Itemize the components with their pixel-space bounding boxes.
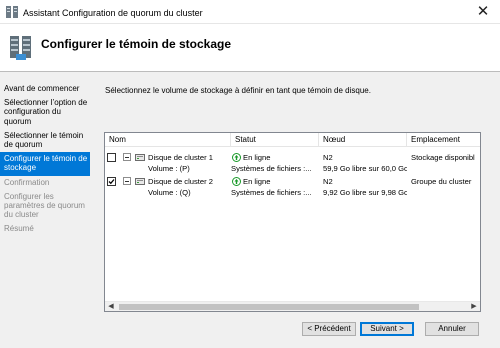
disk-node: N2 (323, 153, 333, 162)
collapse-toggle[interactable] (123, 153, 131, 161)
horizontal-scrollbar[interactable]: ◀ ▶ (105, 301, 480, 311)
table-row[interactable]: Volume : (P) Systèmes de fichiers :... 5… (105, 164, 480, 173)
wizard-header: Configurer le témoin de stockage (0, 24, 500, 71)
table-row[interactable]: Disque de cluster 2 En ligne N2 Groupe d… (105, 177, 480, 186)
close-button[interactable]: ✕ (466, 0, 500, 24)
instruction-text: Sélectionnez le volume de stockage à déf… (105, 86, 371, 95)
nav-step-configure-quorum-settings: Configurer les paramètres de quorum du c… (4, 191, 85, 220)
cluster-wizard-icon (5, 5, 19, 19)
row-checkbox[interactable] (107, 153, 116, 162)
scrollbar-thumb[interactable] (119, 304, 419, 310)
server-storage-icon (8, 32, 34, 62)
row-checkbox[interactable] (107, 177, 116, 186)
disk-name: Disque de cluster 2 (148, 177, 214, 186)
nav-step-confirmation: Confirmation (4, 177, 50, 187)
volume-free-space: 9,92 Go libre sur 9,98 Go (323, 188, 407, 197)
volume-name: Volume : (Q) (148, 188, 191, 197)
disk-status: En ligne (243, 177, 271, 186)
disk-status: En ligne (243, 153, 271, 162)
volume-free-space: 59,9 Go libre sur 60,0 Go (323, 164, 407, 173)
nav-step-select-quorum-option[interactable]: Sélectionner l’option de configuration d… (0, 96, 90, 129)
online-arrow-icon (232, 177, 241, 186)
nav-step-summary: Résumé (4, 224, 34, 234)
disk-name: Disque de cluster 1 (148, 153, 214, 162)
main-content: Sélectionnez le volume de stockage à déf… (92, 72, 500, 348)
previous-button[interactable]: < Précédent (302, 322, 356, 336)
disk-icon (135, 177, 145, 186)
title-bar: Assistant Configuration de quorum du clu… (0, 0, 500, 24)
window-title: Assistant Configuration de quorum du clu… (23, 8, 203, 18)
table-row[interactable]: Volume : (Q) Systèmes de fichiers :... 9… (105, 188, 480, 197)
volume-name: Volume : (P) (148, 164, 190, 173)
collapse-toggle[interactable] (123, 177, 131, 185)
disk-location: Stockage disponibl (411, 153, 475, 162)
column-header-status[interactable]: Statut (231, 133, 319, 147)
wizard-body: Avant de commencer Sélectionner l’option… (0, 72, 500, 348)
nav-step-select-quorum-witness[interactable]: Sélectionner le témoin de quorum (0, 129, 90, 152)
online-arrow-icon (232, 153, 241, 162)
next-button[interactable]: Suivant > (360, 322, 414, 336)
column-header-name[interactable]: Nom (105, 133, 231, 147)
column-header-node[interactable]: Nœud (319, 133, 407, 147)
volume-filesystem: Systèmes de fichiers :... (231, 164, 312, 173)
volume-filesystem: Systèmes de fichiers :... (231, 188, 312, 197)
disk-node: N2 (323, 177, 333, 186)
page-title: Configurer le témoin de stockage (41, 37, 232, 51)
disk-icon (135, 153, 145, 162)
step-navigation: Avant de commencer Sélectionner l’option… (0, 82, 90, 237)
list-header: Nom Statut Nœud Emplacement (105, 133, 480, 147)
scroll-left-icon[interactable]: ◀ (105, 302, 117, 311)
storage-volume-list[interactable]: Nom Statut Nœud Emplacement Disque de cl… (104, 132, 481, 312)
column-header-location[interactable]: Emplacement (407, 133, 480, 147)
nav-step-before-you-begin[interactable]: Avant de commencer (0, 82, 90, 96)
cancel-button[interactable]: Annuler (425, 322, 479, 336)
disk-location: Groupe du cluster (411, 177, 472, 186)
table-row[interactable]: Disque de cluster 1 En ligne N2 Stockage… (105, 153, 480, 162)
scroll-right-icon[interactable]: ▶ (468, 302, 480, 311)
nav-step-configure-storage-witness[interactable]: Configurer le témoin de stockage (0, 152, 90, 176)
